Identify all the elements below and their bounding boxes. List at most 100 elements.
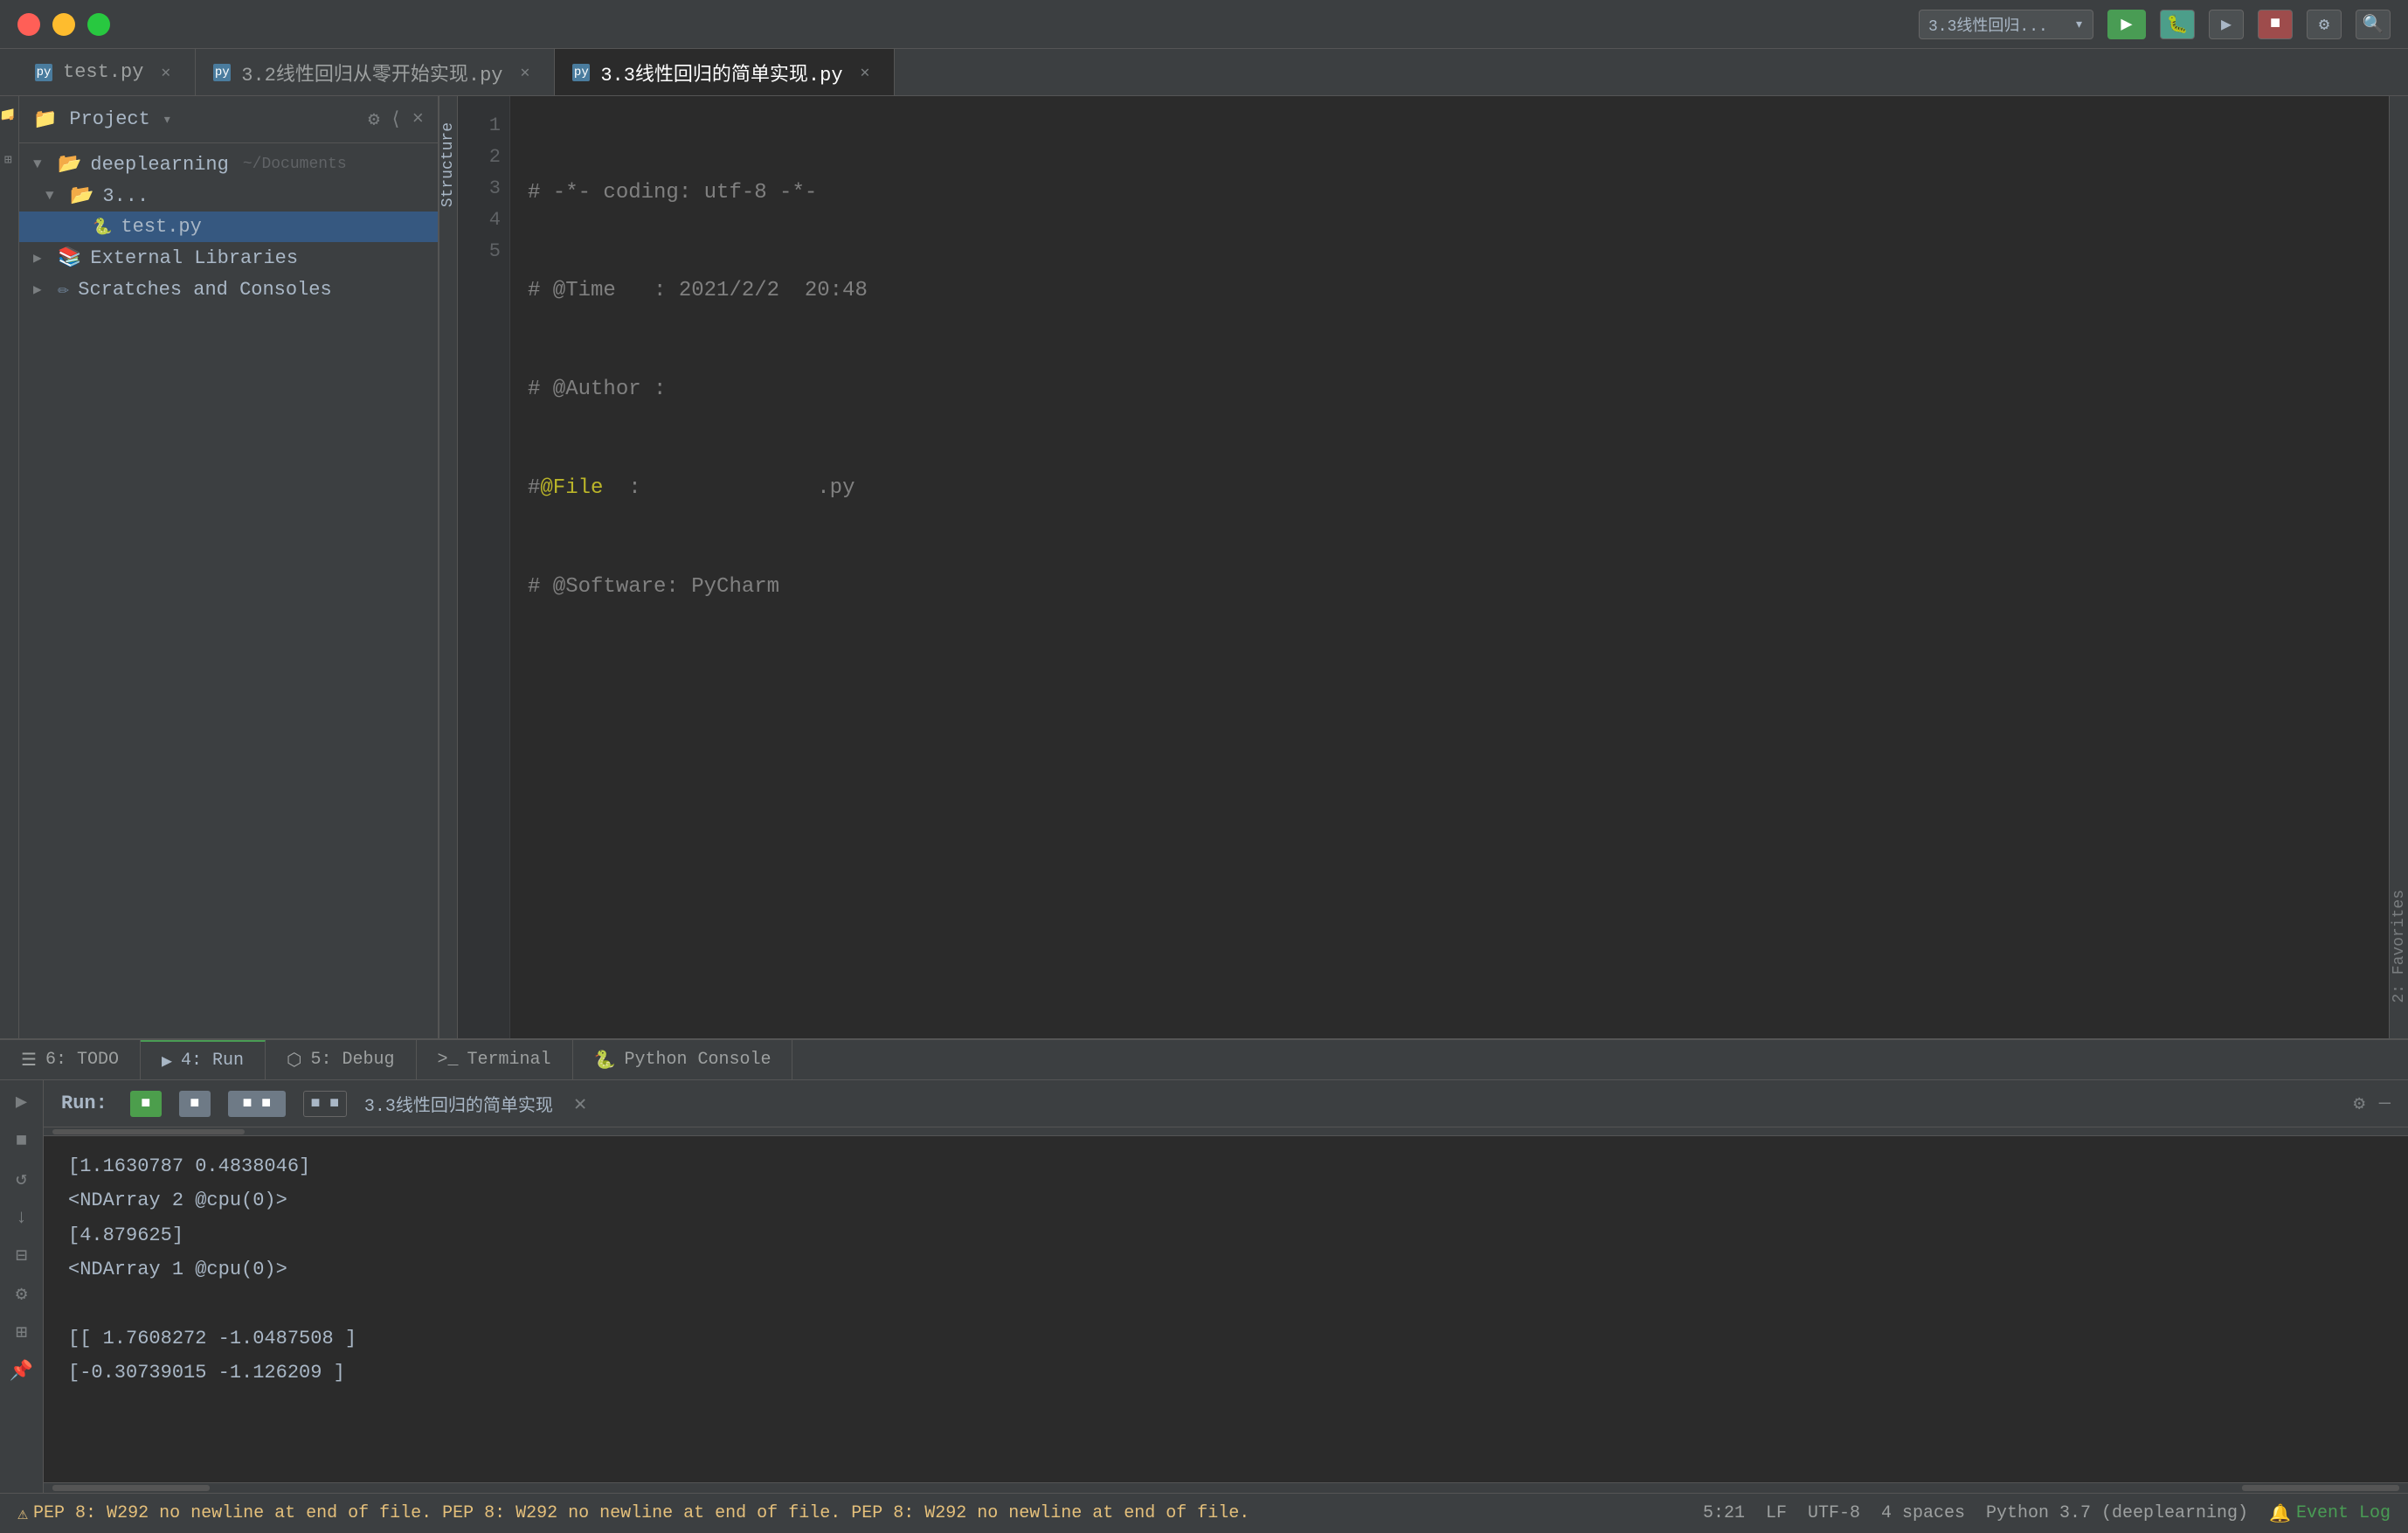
run-scroll-end-button[interactable]: ↓ [6,1204,38,1231]
close-panel-icon[interactable]: × [412,108,424,131]
run-side-buttons: ▶ ■ ↺ ↓ ⊟ ⚙ ⊞ 📌 [0,1080,44,1493]
output-line-1: [1.1630787 0.4838046] [68,1150,2384,1183]
python-version[interactable]: Python 3.7 (deeplearning) [1986,1502,2248,1525]
bottom-tabs: ☰ 6: TODO ▶ 4: Run ⬡ 5: Debug >_ Termina… [0,1040,2408,1080]
run-status-indicator: ■ [130,1091,162,1117]
terminal-tab-label: Terminal [467,1050,551,1070]
favorites-side-tab: 2: Favorites [2389,96,2408,1038]
project-panel: 📁 Project ▾ ⚙ ⟨ × ▼ 📂 deeplearning ~/Doc… [19,96,439,1038]
run-config-dropdown[interactable]: 3.3线性回归... ▾ [1919,10,2093,39]
run-stop-button[interactable]: ■ [6,1127,38,1154]
sidebar-icon-strip: 📁 ⊞ [0,96,19,1038]
structure-side-tab: Structure [439,96,458,1038]
cursor-position[interactable]: 5:21 [1703,1502,1745,1525]
settings-button[interactable]: ⚙ [2307,10,2342,39]
tree-item-testpy[interactable]: 🐍 test.py [19,212,438,242]
tree-item-deeplearning[interactable]: ▼ 📂 deeplearning ~/Documents [19,149,438,180]
todo-icon: ☰ [21,1049,37,1072]
py-file-icon-3: py [572,64,590,81]
run-label: Run: [61,1093,107,1114]
run-status-indicator-3: ■ ■ [228,1091,286,1117]
py-file-icon-2: py [213,64,231,81]
structure-tab-label[interactable]: Structure [439,122,457,207]
tab-close-icon-3[interactable]: ✕ [861,63,870,82]
code-line-3: # @Author : [528,374,2371,406]
tab-label-2: 3.2线性回归从零开始实现.py [241,59,502,87]
run-play-button[interactable]: ▶ [6,1089,38,1115]
python-console-tab[interactable]: 🐍 Python Console [573,1040,793,1079]
output-line-6: [[ 1.7608272 -1.0487508 ] [68,1322,2384,1355]
tab-close-icon[interactable]: ✕ [161,63,170,82]
tree-item-external-libs[interactable]: ▶ 📚 External Libraries [19,242,438,274]
run-filter-button[interactable]: ⊟ [6,1243,38,1269]
run-tab[interactable]: ▶ 4: Run [141,1040,266,1079]
tab-close-icon-2[interactable]: ✕ [520,63,529,82]
indent-setting[interactable]: 4 spaces [1881,1502,1965,1525]
run-panel-content: ▶ ■ ↺ ↓ ⊟ ⚙ ⊞ 📌 Run: ■ ■ ■ ■ ■ ■ 3.3线性回归… [0,1080,2408,1493]
code-line-1: # -*- coding: utf-8 -*- [528,177,2371,209]
coverage-button[interactable]: ▶ [2209,10,2244,39]
bottom-scroll-track[interactable] [52,1485,210,1491]
editor-tabs: py test.py ✕ py 3.2线性回归从零开始实现.py ✕ py 3.… [0,49,2408,96]
todo-tab[interactable]: ☰ 6: TODO [0,1040,141,1079]
structure-icon[interactable]: ⊞ [2,156,17,163]
run-settings-button[interactable]: ⚙ [6,1281,38,1308]
expand-libs-icon: ▶ [33,249,49,267]
tab-test-py[interactable]: py test.py ✕ [17,49,196,95]
bottom-panel: ☰ 6: TODO ▶ 4: Run ⬡ 5: Debug >_ Termina… [0,1038,2408,1493]
run-collapse-icon[interactable]: — [2379,1093,2391,1115]
tab-label-3: 3.3线性回归的简单实现.py [600,59,842,87]
tree-item-label: deeplearning [90,154,228,176]
project-icon[interactable]: 📁 [2,105,17,121]
gear-settings-icon[interactable]: ⚙ [368,108,379,131]
bottom-scrollbar [44,1482,2408,1493]
debug-icon: ⬡ [287,1049,301,1072]
dropdown-arrow-icon: ▾ [2074,15,2084,34]
run-settings-gear-icon[interactable]: ⚙ [2354,1093,2365,1115]
folder-open-icon: 📂 [58,153,81,176]
run-rerun-button[interactable]: ↺ [6,1166,38,1192]
run-button[interactable]: ▶ [2107,10,2146,39]
debug-tab[interactable]: ⬡ 5: Debug [266,1040,416,1079]
run-close-icon[interactable]: ✕ [574,1091,586,1117]
project-title: Project [69,108,149,130]
status-right-items: 5:21 LF UTF-8 4 spaces Python 3.7 (deepl… [1703,1502,2391,1525]
run-status-indicator-4: ■ ■ [303,1091,347,1117]
stop-button[interactable]: ■ [2258,10,2293,39]
line-sep-text: LF [1766,1503,1787,1523]
bottom-scroll-track-right[interactable] [2242,1485,2399,1491]
terminal-tab[interactable]: >_ Terminal [417,1040,573,1079]
close-button[interactable] [17,13,40,36]
maximize-button[interactable] [87,13,110,36]
warning-icon-item[interactable]: ⚠ PEP 8: W292 no newline at end of file.… [17,1502,1249,1525]
minimize-button[interactable] [52,13,75,36]
run-pin-button[interactable]: 📌 [6,1358,38,1384]
line-num-4: 4 [467,205,501,236]
output-line-4: <NDArray 1 @cpu(0)> [68,1253,2384,1286]
code-comment-4: # [528,472,540,505]
debug-button[interactable]: 🐛 [2160,10,2195,39]
run-output-container: Run: ■ ■ ■ ■ ■ ■ 3.3线性回归的简单实现 ✕ ⚙ — [44,1080,2408,1493]
run-output: [1.1630787 0.4838046] <NDArray 2 @cpu(0)… [44,1136,2408,1482]
editor-content[interactable]: 1 2 3 4 5 # -*- coding: utf-8 -*- # @Tim… [458,96,2389,1038]
tree-item-subfolder[interactable]: ▼ 📂 3... [19,180,438,212]
indent-text: 4 spaces [1881,1503,1965,1523]
code-editor[interactable]: # -*- coding: utf-8 -*- # @Time : 2021/2… [510,96,2389,1038]
encoding[interactable]: UTF-8 [1808,1502,1860,1525]
python-console-icon: 🐍 [594,1049,616,1072]
search-button[interactable]: 🔍 [2356,10,2391,39]
tab-32-py[interactable]: py 3.2线性回归从零开始实现.py ✕ [196,49,555,95]
expand-arrow-sub-icon: ▼ [45,188,61,204]
run-layout-button[interactable]: ⊞ [6,1320,38,1346]
event-log[interactable]: 🔔 Event Log [2269,1502,2391,1525]
tree-item-scratches[interactable]: ▶ ✏ Scratches and Consoles [19,274,438,305]
collapse-icon[interactable]: ⟨ [391,108,402,131]
line-separator[interactable]: LF [1766,1502,1787,1525]
line-num-2: 2 [467,142,501,173]
line-num-5: 5 [467,236,501,267]
tree-subfolder-label: 3... [102,185,149,207]
subfolder-icon: 📂 [70,184,93,207]
scrollbar-track[interactable] [52,1129,245,1134]
tab-33-py[interactable]: py 3.3线性回归的简单实现.py ✕ [555,49,895,95]
favorites-tab-label[interactable]: 2: Favorites [2391,890,2408,1003]
